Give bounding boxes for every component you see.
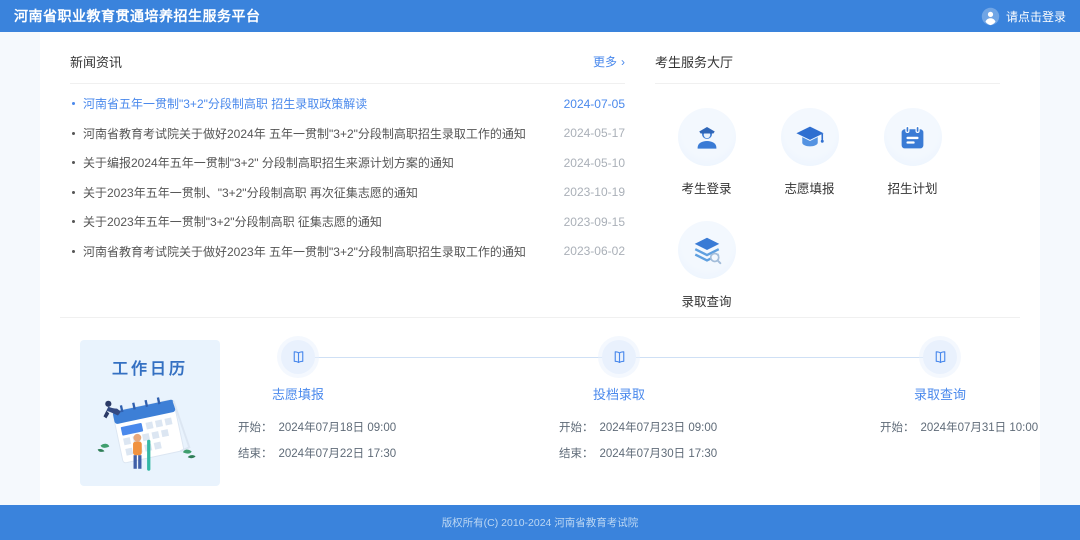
news-item-title: 河南省五年一贯制"3+2"分段制高职 招生录取政策解读 — [83, 95, 564, 112]
news-item-date: 2024-05-17 — [564, 126, 625, 140]
top-section: 新闻资讯 更多 › 河南省五年一贯制"3+2"分段制高职 招生录取政策解读 20… — [40, 32, 1040, 317]
phase-label[interactable]: 投档录取 — [519, 384, 719, 403]
phase-label[interactable]: 志愿填报 — [198, 384, 398, 403]
news-item[interactable]: 关于编报2024年五年一贯制"3+2" 分段制高职招生来源计划方案的通知 202… — [70, 148, 625, 178]
start-value: 2024年07月18日 09:00 — [279, 422, 397, 434]
book-icon — [923, 340, 957, 374]
news-item-title: 关于2023年五年一贯制"3+2"分段制高职 征集志愿的通知 — [83, 213, 564, 230]
bullet-icon — [72, 161, 75, 164]
chevron-right-icon: › — [621, 55, 625, 69]
news-item-title: 河南省教育考试院关于做好2024年 五年一贯制"3+2"分段制高职招生录取工作的… — [83, 125, 564, 142]
page: 河南省职业教育贯通培养招生服务平台 请点击登录 新闻资讯 — [0, 0, 1080, 540]
service-admission-query[interactable]: 录取查询 — [655, 221, 758, 310]
news-item-date: 2024-07-05 — [564, 97, 625, 111]
news-item[interactable]: 河南省教育考试院关于做好2024年 五年一贯制"3+2"分段制高职招生录取工作的… — [70, 119, 625, 149]
service-label: 考生登录 — [681, 178, 731, 197]
login-button[interactable]: 请点击登录 — [981, 7, 1066, 26]
bullet-icon — [72, 191, 75, 194]
bullet-icon — [72, 220, 75, 223]
news-item-title: 关于2023年五年一贯制、"3+2"分段制高职 再次征集志愿的通知 — [83, 184, 564, 201]
timeline-phase-archive-admission: 投档录取 开始： 2024年07月23日 09:00 结束： 2024年07月30日… — [519, 340, 719, 471]
end-label: 结束： — [238, 448, 273, 460]
book-icon — [281, 340, 315, 374]
service-hall-title: 考生服务大厅 — [655, 52, 733, 71]
end-value: 2024年07月30日 17:30 — [600, 448, 718, 460]
phase-label[interactable]: 录取查询 — [840, 384, 1040, 403]
bullet-icon — [72, 102, 75, 105]
news-item-date: 2023-10-19 — [564, 185, 625, 199]
service-label: 志愿填报 — [784, 178, 834, 197]
news-list: 河南省五年一贯制"3+2"分段制高职 招生录取政策解读 2024-07-05 河… — [70, 89, 625, 266]
news-section: 新闻资讯 更多 › 河南省五年一贯制"3+2"分段制高职 招生录取政策解读 20… — [70, 44, 655, 317]
news-item-date: 2023-09-15 — [564, 215, 625, 229]
footer: 版权所有(C) 2010-2024 河南省教育考试院 — [0, 505, 1080, 540]
news-title: 新闻资讯 — [70, 52, 122, 71]
news-item-date: 2024-05-10 — [564, 156, 625, 170]
service-student-login[interactable]: 考生登录 — [655, 108, 758, 197]
main-area: 新闻资讯 更多 › 河南省五年一贯制"3+2"分段制高职 招生录取政策解读 20… — [0, 32, 1080, 505]
book-icon — [602, 340, 636, 374]
end-value: 2024年07月22日 17:30 — [279, 448, 397, 460]
service-label: 录取查询 — [681, 291, 731, 310]
bullet-icon — [72, 132, 75, 135]
service-label: 招生计划 — [887, 178, 937, 197]
login-label: 请点击登录 — [1006, 8, 1066, 25]
service-enrollment-plan[interactable]: 招生计划 — [861, 108, 964, 197]
user-icon — [981, 7, 1000, 26]
news-item[interactable]: 关于2023年五年一贯制、"3+2"分段制高职 再次征集志愿的通知 2023-1… — [70, 178, 625, 208]
news-item[interactable]: 关于2023年五年一贯制"3+2"分段制高职 征集志愿的通知 2023-09-1… — [70, 207, 625, 237]
content-card: 新闻资讯 更多 › 河南省五年一贯制"3+2"分段制高职 招生录取政策解读 20… — [40, 32, 1040, 505]
news-item-date: 2023-06-02 — [564, 244, 625, 258]
timeline: 志愿填报 开始：2024年07月18日 09:00 结束：2024年07月22日… — [238, 340, 1000, 490]
news-header: 新闻资讯 更多 › — [70, 44, 625, 84]
phase-dates: 开始： 2024年07月23日 09:00 结束： 2024年07月30日 17:3… — [519, 419, 719, 461]
graduation-cap-icon — [781, 108, 839, 166]
calendar-icon — [884, 108, 942, 166]
layers-search-icon — [678, 221, 736, 279]
service-hall-header: 考生服务大厅 — [655, 44, 1000, 84]
phase-dates: 开始： 2024年07月31日 10:00 — [840, 419, 1040, 435]
start-label: 开始： — [880, 422, 915, 434]
bullet-icon — [72, 250, 75, 253]
start-value: 2024年07月31日 10:00 — [921, 422, 1039, 434]
service-hall-section: 考生服务大厅 考生登 — [655, 44, 1000, 317]
service-volunteer-fill[interactable]: 志愿填报 — [758, 108, 861, 197]
news-item-title: 关于编报2024年五年一贯制"3+2" 分段制高职招生来源计划方案的通知 — [83, 154, 564, 171]
timeline-phase-admission-query: 录取查询 开始： 2024年07月31日 10:00 — [840, 340, 1040, 445]
start-label: 开始： — [559, 422, 594, 434]
more-label: 更多 — [593, 53, 617, 70]
news-item-title: 河南省教育考试院关于做好2023年 五年一贯制"3+2"分段制高职招生录取工作的… — [83, 243, 564, 260]
phase-dates: 开始： 2024年07月18日 09:00 结束： 2024年07月22日 17:3… — [198, 419, 398, 461]
end-label: 结束： — [559, 448, 594, 460]
work-calendar-section: 工作日历 — [40, 318, 1040, 505]
more-link[interactable]: 更多 › — [593, 53, 625, 70]
timeline-phase-volunteer-fill: 志愿填报 开始： 2024年07月18日 09:00 结束： 2024年07月22日… — [198, 340, 398, 471]
site-title: 河南省职业教育贯通培养招生服务平台 — [14, 6, 261, 26]
service-grid: 考生登录 志愿填报 — [655, 108, 1000, 310]
start-value: 2024年07月23日 09:00 — [600, 422, 718, 434]
start-label: 开始： — [238, 422, 273, 434]
calendar-illustration — [87, 381, 213, 479]
news-item[interactable]: 河南省五年一贯制"3+2"分段制高职 招生录取政策解读 2024-07-05 — [70, 89, 625, 119]
copyright-text: 版权所有(C) 2010-2024 河南省教育考试院 — [442, 515, 639, 530]
news-item[interactable]: 河南省教育考试院关于做好2023年 五年一贯制"3+2"分段制高职招生录取工作的… — [70, 237, 625, 267]
student-icon — [678, 108, 736, 166]
top-header: 河南省职业教育贯通培养招生服务平台 请点击登录 — [0, 0, 1080, 32]
